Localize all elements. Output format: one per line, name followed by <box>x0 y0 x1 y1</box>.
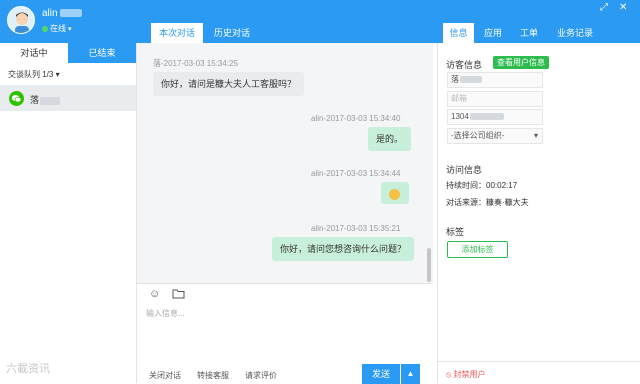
tab-in-progress[interactable]: 对话中 <box>0 43 68 63</box>
tags-title: 标签 <box>446 227 465 237</box>
chevron-down-icon: ▾ <box>533 131 538 140</box>
folder-icon[interactable] <box>172 288 185 302</box>
view-user-info-button[interactable]: 查看用户信息 <box>493 56 549 69</box>
message-meta: alin-2017-03-03 15:34:40 <box>311 114 401 123</box>
divider <box>438 361 640 362</box>
phone-field[interactable]: 1304 <box>447 109 543 125</box>
chat-scrollbar[interactable] <box>427 248 431 282</box>
ban-user-button[interactable]: ⦸ 封禁用户 <box>446 369 485 380</box>
tab-chat-history[interactable]: 历史对话 <box>206 23 258 43</box>
top-header: alin 在线 ▾ ⤢ ✕ 本次对话 历史对话 信息 应用 工单 业务记录 <box>0 0 640 43</box>
transfer-agent-button[interactable]: 转接客服 <box>197 370 229 381</box>
message-input[interactable]: 输入信息... <box>146 308 185 319</box>
smile-icon <box>389 189 400 201</box>
message-meta: alin-2017-03-03 15:35:21 <box>311 224 401 233</box>
visitor-name-field[interactable]: 落 <box>447 72 543 88</box>
status-caret-icon: ▾ <box>68 26 72 33</box>
message-bubble: 你好，请问您想咨询什么问题？ <box>272 237 415 261</box>
tab-ended[interactable]: 已结束 <box>68 43 136 63</box>
tab-info[interactable]: 信息 <box>443 23 474 43</box>
visitor-info-title: 访客信息 <box>446 60 483 70</box>
maximize-icon[interactable]: ⤢ <box>600 2 608 13</box>
left-panel: 对话中 已结束 交谈队列 1/3 ▾ 落 <box>0 43 137 383</box>
agent-name: alin <box>42 8 82 19</box>
tab-current-chat[interactable]: 本次对话 <box>151 23 203 43</box>
compose-area: ☺ 输入信息... 关闭对话 转接客服 请求评价 发送 ▲ <box>137 283 433 384</box>
company-select[interactable]: -选择公司组织- ▾ <box>447 128 543 144</box>
emoji-icon[interactable]: ☺ <box>149 288 160 300</box>
message-bubble: 你好，请问是糠大夫人工客服吗？ <box>153 72 305 96</box>
visit-duration: 持续时间：00:02:17 <box>446 181 518 190</box>
tab-ticket[interactable]: 工单 <box>514 23 544 43</box>
tab-business-records[interactable]: 业务记录 <box>551 23 599 43</box>
visitor-list-item[interactable]: 落 <box>0 85 136 111</box>
send-button[interactable]: 发送 <box>362 364 400 384</box>
tab-apps[interactable]: 应用 <box>478 23 508 43</box>
send-options-icon[interactable]: ▲ <box>401 364 420 384</box>
close-icon[interactable]: ✕ <box>619 2 627 13</box>
right-panel: 访客信息 查看用户信息 落 邮箱 1304 -选择公司组织- ▾ 访问信息 持续时… <box>437 43 640 383</box>
avatar-image <box>8 7 34 33</box>
avatar[interactable] <box>7 6 35 34</box>
chat-messages: 落-2017-03-03 15:34:25 你好，请问是糠大夫人工客服吗？ al… <box>137 43 433 283</box>
add-tag-button[interactable]: 添加标签 <box>447 241 508 258</box>
message-meta: alin-2017-03-03 15:34:44 <box>311 169 401 178</box>
message-bubble: 是的。 <box>368 127 412 151</box>
request-rating-button[interactable]: 请求评价 <box>245 370 277 381</box>
message-bubble <box>381 182 409 204</box>
visitor-name: 落 <box>30 93 61 106</box>
agent-status[interactable]: 在线 ▾ <box>42 23 72 34</box>
queue-selector[interactable]: 交谈队列 1/3 ▾ <box>8 69 60 80</box>
email-field[interactable]: 邮箱 <box>447 91 543 107</box>
visit-info-title: 访问信息 <box>446 165 483 175</box>
message-meta: 落-2017-03-03 15:34:25 <box>153 59 238 68</box>
online-dot-icon <box>42 25 48 32</box>
close-chat-button[interactable]: 关闭对话 <box>149 370 181 381</box>
visit-source: 对话来源：糠奏·糠大夫 <box>446 198 529 207</box>
wechat-icon <box>9 91 24 106</box>
watermark-logo: 六載资讯 <box>6 363 50 375</box>
